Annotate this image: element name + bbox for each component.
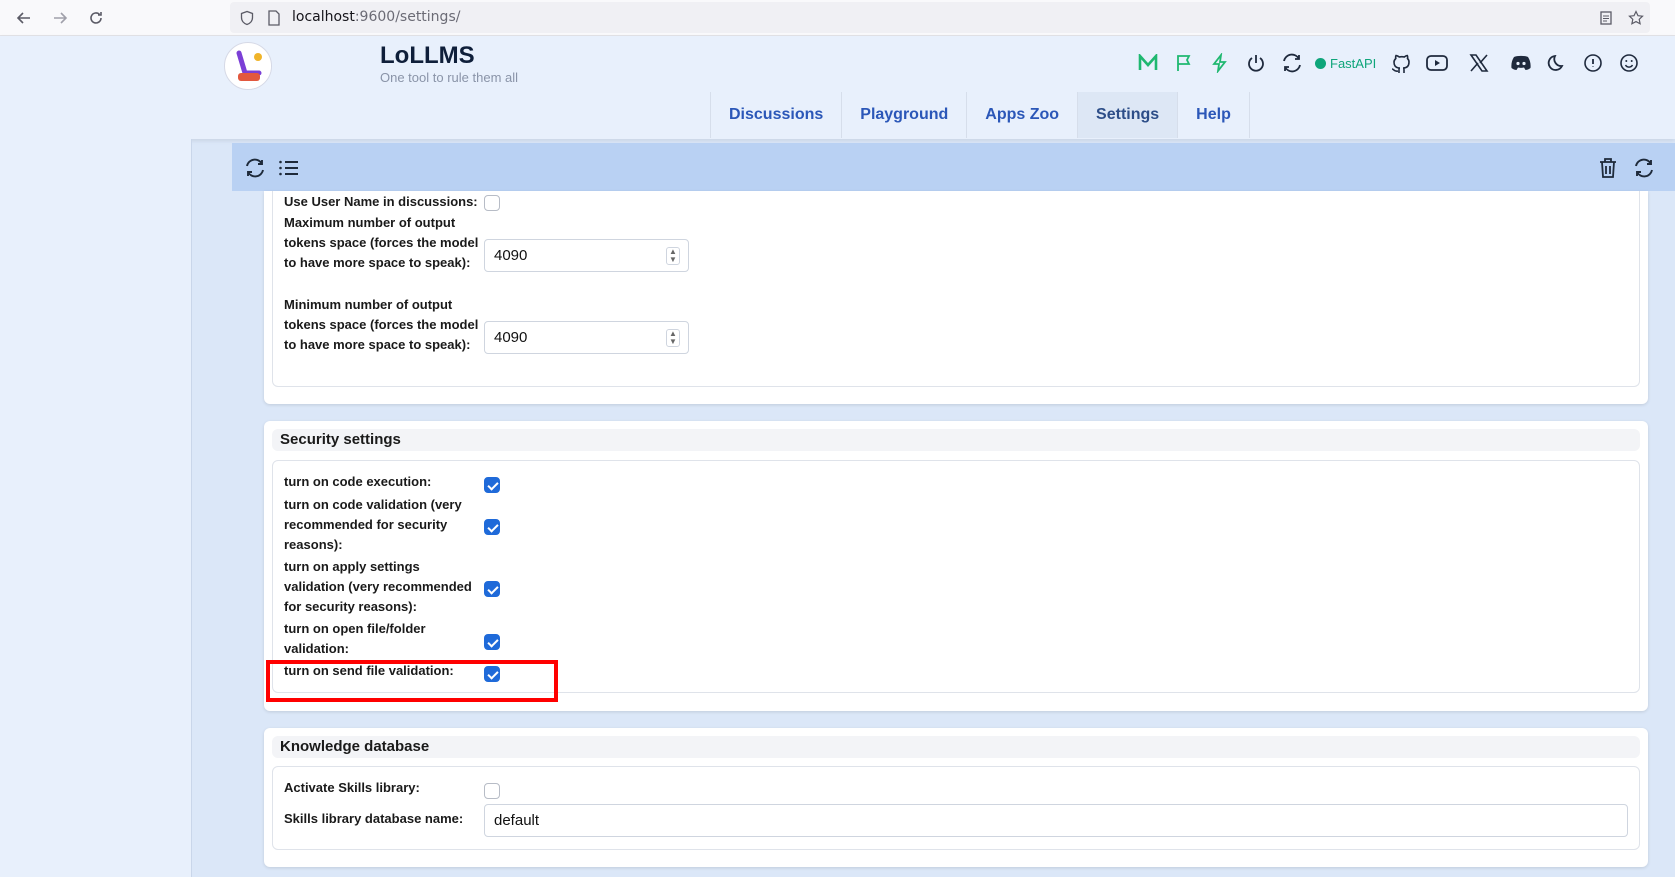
apply-settings-validation-label: turn on apply settings validation (very … bbox=[284, 559, 472, 614]
open-file-validation-checkbox[interactable] bbox=[484, 634, 500, 650]
back-icon[interactable] bbox=[12, 6, 36, 30]
reset-settings-icon[interactable] bbox=[242, 155, 268, 181]
db-name-value: default bbox=[494, 812, 540, 829]
youtube-icon[interactable] bbox=[1424, 50, 1450, 76]
trash-icon[interactable] bbox=[1595, 155, 1621, 181]
generation-settings-panel: Use User Name in discussions: Maximum nu… bbox=[264, 191, 1648, 404]
app-title: LoLLMS bbox=[380, 42, 475, 69]
url-host: localhost bbox=[292, 9, 355, 25]
use-user-name-label: Use User Name in discussions: bbox=[284, 194, 478, 209]
knowledge-database-panel: Knowledge database Activate Skills libra… bbox=[264, 728, 1648, 867]
left-sidebar bbox=[0, 139, 192, 877]
info-icon[interactable] bbox=[1580, 50, 1606, 76]
open-file-validation-label: turn on open file/folder validation: bbox=[284, 621, 426, 656]
code-validation-checkbox[interactable] bbox=[484, 519, 500, 535]
fastapi-label: FastAPI bbox=[1330, 55, 1377, 71]
browser-toolbar: localhost:9600/settings/ bbox=[0, 0, 1675, 36]
moon-icon[interactable] bbox=[1544, 50, 1570, 76]
x-twitter-icon[interactable] bbox=[1466, 50, 1492, 76]
settings-toolbar bbox=[232, 143, 1675, 191]
apply-settings-validation-checkbox[interactable] bbox=[484, 581, 500, 597]
lightning-icon[interactable] bbox=[1207, 50, 1233, 76]
tab-settings[interactable]: Settings bbox=[1078, 92, 1179, 138]
m-icon[interactable] bbox=[1135, 50, 1161, 76]
flag-icon[interactable] bbox=[1171, 50, 1197, 76]
fastapi-icon bbox=[1315, 57, 1326, 69]
use-user-name-checkbox[interactable] bbox=[484, 195, 500, 211]
reload-settings-icon[interactable] bbox=[1631, 155, 1657, 181]
highlight-box bbox=[266, 660, 558, 702]
min-tokens-value: 4090 bbox=[494, 329, 528, 346]
fastapi-link[interactable]: FastAPI bbox=[1315, 56, 1376, 71]
bookmark-star-icon[interactable] bbox=[1624, 6, 1648, 30]
discord-icon[interactable] bbox=[1508, 50, 1534, 76]
db-name-input[interactable]: default bbox=[484, 804, 1628, 837]
skills-library-label: Activate Skills library: bbox=[284, 780, 420, 795]
tab-help[interactable]: Help bbox=[1178, 92, 1250, 138]
smiley-icon[interactable] bbox=[1616, 50, 1642, 76]
security-settings-title[interactable]: Security settings bbox=[272, 429, 1640, 451]
lollms-logo[interactable] bbox=[224, 42, 272, 90]
tab-discussions[interactable]: Discussions bbox=[710, 92, 843, 138]
min-tokens-stepper[interactable]: ▲ ▼ bbox=[666, 329, 680, 347]
db-name-label: Skills library database name: bbox=[284, 811, 464, 826]
code-execution-label: turn on code execution: bbox=[284, 474, 432, 489]
reload-icon[interactable] bbox=[84, 6, 108, 30]
skills-library-checkbox[interactable] bbox=[484, 783, 500, 799]
main-tabs: Discussions Playground Apps Zoo Settings… bbox=[710, 92, 1250, 138]
list-icon[interactable] bbox=[276, 155, 302, 181]
github-icon[interactable] bbox=[1388, 50, 1414, 76]
header-icon-bar: FastAPI bbox=[1135, 50, 1652, 76]
knowledge-database-title[interactable]: Knowledge database bbox=[272, 736, 1640, 758]
max-tokens-value: 4090 bbox=[494, 247, 528, 264]
url-path: :9600/settings/ bbox=[354, 9, 461, 25]
forward-icon[interactable] bbox=[48, 6, 72, 30]
max-tokens-stepper[interactable]: ▲ ▼ bbox=[666, 247, 680, 265]
refresh-icon[interactable] bbox=[1279, 50, 1305, 76]
tab-apps-zoo[interactable]: Apps Zoo bbox=[967, 92, 1079, 138]
page-icon bbox=[262, 6, 286, 30]
app-header: LoLLMS One tool to rule them all FastAPI bbox=[0, 36, 1675, 139]
code-execution-checkbox[interactable] bbox=[484, 477, 500, 493]
tab-playground[interactable]: Playground bbox=[842, 92, 968, 138]
min-tokens-input[interactable]: 4090 ▲ ▼ bbox=[484, 321, 689, 354]
code-validation-label: turn on code validation (very recommende… bbox=[284, 497, 462, 552]
max-tokens-label: Maximum number of output tokens space (f… bbox=[284, 215, 479, 270]
url-text[interactable]: localhost:9600/settings/ bbox=[292, 9, 460, 25]
power-icon[interactable] bbox=[1243, 50, 1269, 76]
shield-icon[interactable] bbox=[235, 6, 259, 30]
reader-view-icon[interactable] bbox=[1594, 6, 1618, 30]
app-subtitle: One tool to rule them all bbox=[380, 70, 519, 85]
max-tokens-input[interactable]: 4090 ▲ ▼ bbox=[484, 239, 689, 272]
min-tokens-label: Minimum number of output tokens space (f… bbox=[284, 297, 479, 352]
